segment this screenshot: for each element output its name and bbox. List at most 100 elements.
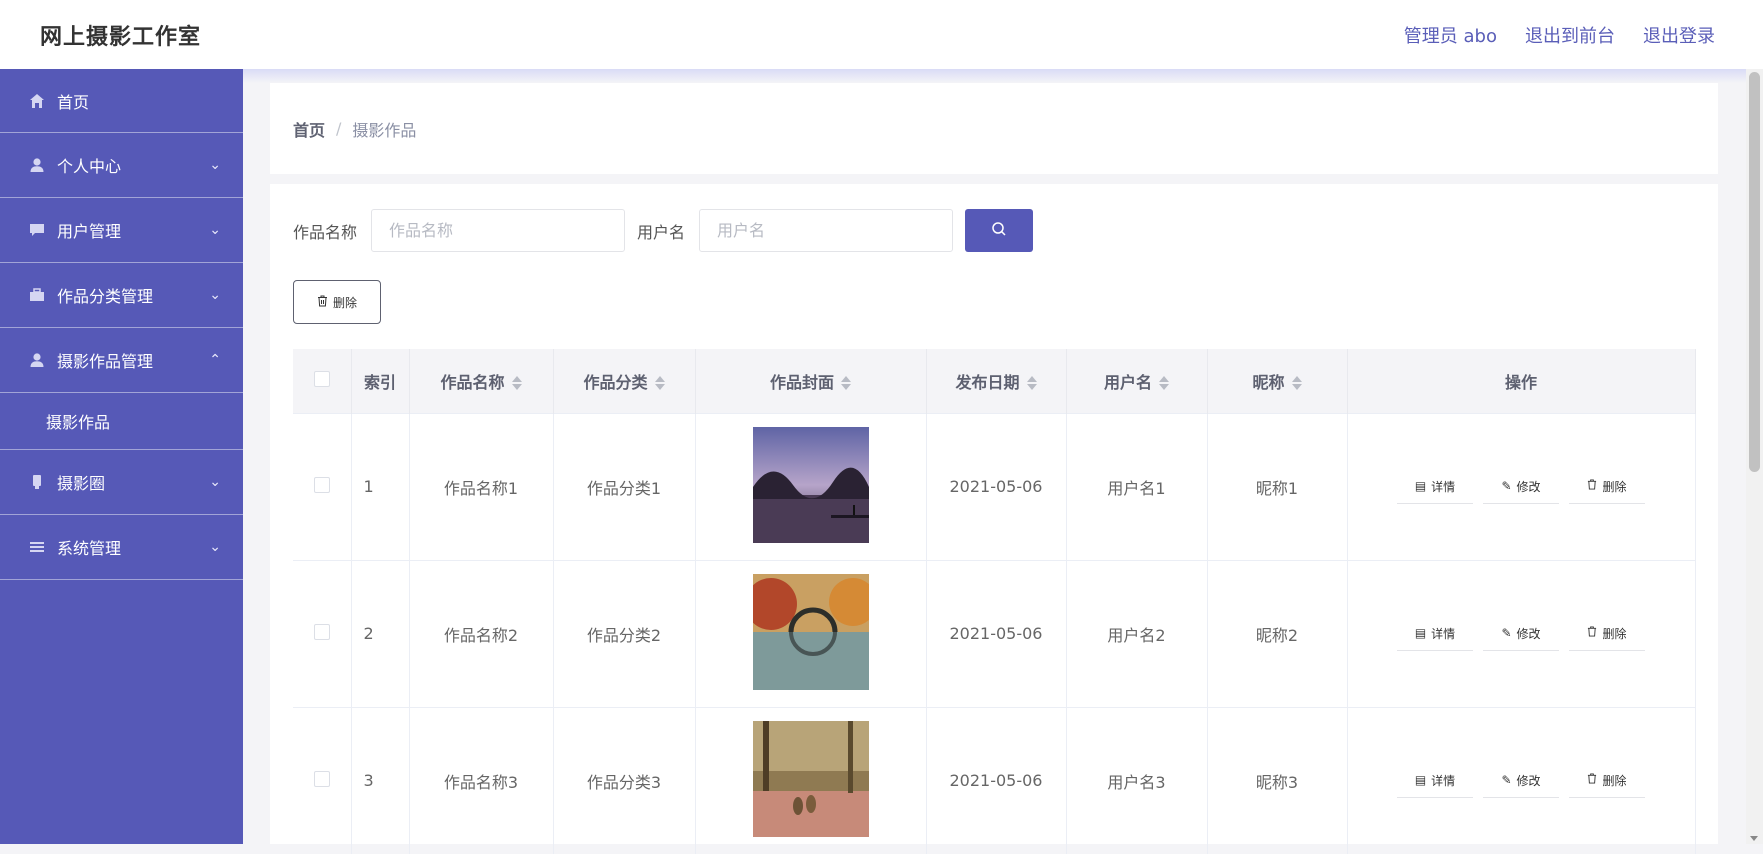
edit-icon: ✎ (1501, 626, 1512, 640)
sort-icon[interactable] (511, 375, 522, 391)
name-input[interactable] (371, 209, 626, 252)
row-checkbox[interactable] (313, 623, 330, 640)
breadcrumb-home[interactable]: 首页 (293, 117, 325, 141)
briefcase-icon (28, 286, 46, 304)
sidebar-item-photo-circle[interactable]: 摄影圈 ⌄ (0, 450, 243, 515)
sidebar-item-home[interactable]: 首页 (0, 69, 243, 133)
select-all-checkbox[interactable] (313, 370, 330, 387)
cell-index: 2 (351, 559, 410, 707)
cell-nickname: 昵称1 (1207, 412, 1348, 560)
user-icon (28, 351, 46, 369)
col-date[interactable]: 发布日期 (926, 349, 1067, 413)
chat-icon (28, 221, 46, 239)
col-label: 作品名称 (440, 372, 505, 392)
cover-image (752, 720, 869, 837)
col-nickname[interactable]: 昵称 (1207, 349, 1348, 413)
cell-cover (695, 706, 927, 854)
top-links: 管理员 abo 退出到前台 退出登录 (1404, 22, 1715, 48)
delete-button[interactable]: 删除 (1569, 470, 1645, 504)
cell-name: 作品名称2 (409, 559, 554, 707)
sidebar-item-user-management[interactable]: 用户管理 ⌄ (0, 198, 243, 263)
delete-label: 删除 (1602, 773, 1627, 788)
delete-label: 删除 (332, 295, 357, 310)
cell-username: 用户名1 (1066, 412, 1208, 560)
breadcrumb-current: 摄影作品 (352, 120, 417, 140)
exit-to-front-link[interactable]: 退出到前台 (1525, 22, 1615, 48)
sidebar-item-works-management[interactable]: 摄影作品管理 ⌃ (0, 328, 243, 393)
main-content: 作品名称 用户名 删除 索引 作品名称 作品分类 作品封面 发布日期 (270, 184, 1718, 854)
cell-actions: ▤ 详情 ✎ 修改 删除 (1347, 412, 1696, 560)
document-icon: ▤ (1414, 626, 1427, 640)
edit-label: 修改 (1516, 773, 1541, 788)
col-name[interactable]: 作品名称 (409, 349, 554, 413)
col-label: 作品分类 (583, 372, 648, 392)
detail-label: 详情 (1431, 773, 1456, 788)
sidebar-item-label: 系统管理 (57, 539, 122, 558)
edit-icon: ✎ (1501, 773, 1512, 788)
row-checkbox[interactable] (313, 476, 330, 493)
edit-button[interactable]: ✎ 修改 (1483, 764, 1559, 798)
breadcrumb: 首页 / 摄影作品 (270, 83, 1718, 174)
sidebar-item-system-management[interactable]: 系统管理 ⌄ (0, 515, 243, 580)
breadcrumb-separator: / (336, 119, 342, 138)
sidebar-item-label: 用户管理 (57, 222, 122, 241)
phone-icon (28, 473, 46, 491)
cell-category: 作品分类3 (553, 706, 696, 854)
chevron-down-icon: ⌄ (209, 474, 221, 490)
admin-link[interactable]: 管理员 abo (1404, 22, 1497, 48)
document-icon: ▤ (1414, 479, 1427, 493)
sidebar-item-label: 作品分类管理 (57, 287, 154, 306)
edit-button[interactable]: ✎ 修改 (1483, 470, 1559, 504)
edit-button[interactable]: ✎ 修改 (1483, 617, 1559, 651)
sort-icon[interactable] (1026, 375, 1037, 391)
cover-image (744, 573, 877, 690)
logout-link[interactable]: 退出登录 (1643, 22, 1715, 48)
delete-label: 删除 (1602, 479, 1627, 494)
scroll-down-arrow-icon[interactable] (1750, 836, 1758, 841)
sidebar-item-personal-center[interactable]: 个人中心 ⌄ (0, 133, 243, 198)
col-username[interactable]: 用户名 (1066, 349, 1208, 413)
top-bar: 网上摄影工作室 管理员 abo 退出到前台 退出登录 (0, 0, 1763, 69)
detail-button[interactable]: ▤ 详情 (1397, 617, 1473, 651)
row-checkbox[interactable] (313, 770, 330, 787)
col-actions: 操作 (1347, 349, 1696, 413)
cell-username: 用户名2 (1066, 559, 1208, 707)
scrollbar-thumb[interactable] (1749, 72, 1760, 472)
col-category[interactable]: 作品分类 (553, 349, 696, 413)
col-index: 索引 (351, 349, 410, 413)
cell-index: 3 (351, 706, 410, 854)
delete-button[interactable]: 删除 (1569, 764, 1645, 798)
batch-delete-button[interactable]: 删除 (293, 280, 381, 324)
sidebar-item-category-management[interactable]: 作品分类管理 ⌄ (0, 263, 243, 328)
edit-label: 修改 (1516, 479, 1541, 494)
cell-actions: ▤ 详情 ✎ 修改 删除 (1347, 706, 1696, 854)
search-icon (991, 221, 1007, 241)
cell-username: 用户名3 (1066, 706, 1208, 854)
sidebar-subitem-works[interactable]: 摄影作品 (0, 393, 243, 450)
chevron-down-icon: ⌄ (209, 539, 221, 555)
col-label: 发布日期 (955, 372, 1020, 392)
sort-icon[interactable] (1291, 375, 1302, 391)
detail-label: 详情 (1431, 479, 1456, 494)
sort-icon[interactable] (841, 375, 851, 391)
cell-cover (695, 559, 927, 707)
search-button[interactable] (965, 209, 1034, 252)
col-label: 昵称 (1252, 372, 1285, 392)
document-icon: ▤ (1414, 773, 1427, 788)
detail-button[interactable]: ▤ 详情 (1397, 764, 1473, 798)
table-row: 1 作品名称1 作品分类1 2021-05-06 用户名1 昵称1 ▤ 详情 ✎… (293, 412, 1696, 560)
page-scrollbar[interactable] (1746, 69, 1763, 844)
cell-cover (695, 412, 927, 560)
col-cover[interactable]: 作品封面 (695, 349, 927, 413)
detail-button[interactable]: ▤ 详情 (1397, 470, 1473, 504)
chevron-down-icon: ⌄ (209, 157, 221, 173)
sort-icon[interactable] (1159, 375, 1169, 391)
edit-label: 修改 (1516, 626, 1541, 641)
sidebar: 首页 个人中心 ⌄ 用户管理 ⌄ 作品分类管理 ⌄ 摄影作品管理 ⌃ 摄影作品 … (0, 69, 243, 844)
delete-button[interactable]: 删除 (1569, 617, 1645, 651)
username-input[interactable] (699, 209, 954, 252)
list-icon (28, 538, 46, 556)
home-icon (28, 92, 46, 110)
sort-icon[interactable] (654, 375, 665, 391)
chevron-up-icon: ⌃ (209, 352, 221, 368)
